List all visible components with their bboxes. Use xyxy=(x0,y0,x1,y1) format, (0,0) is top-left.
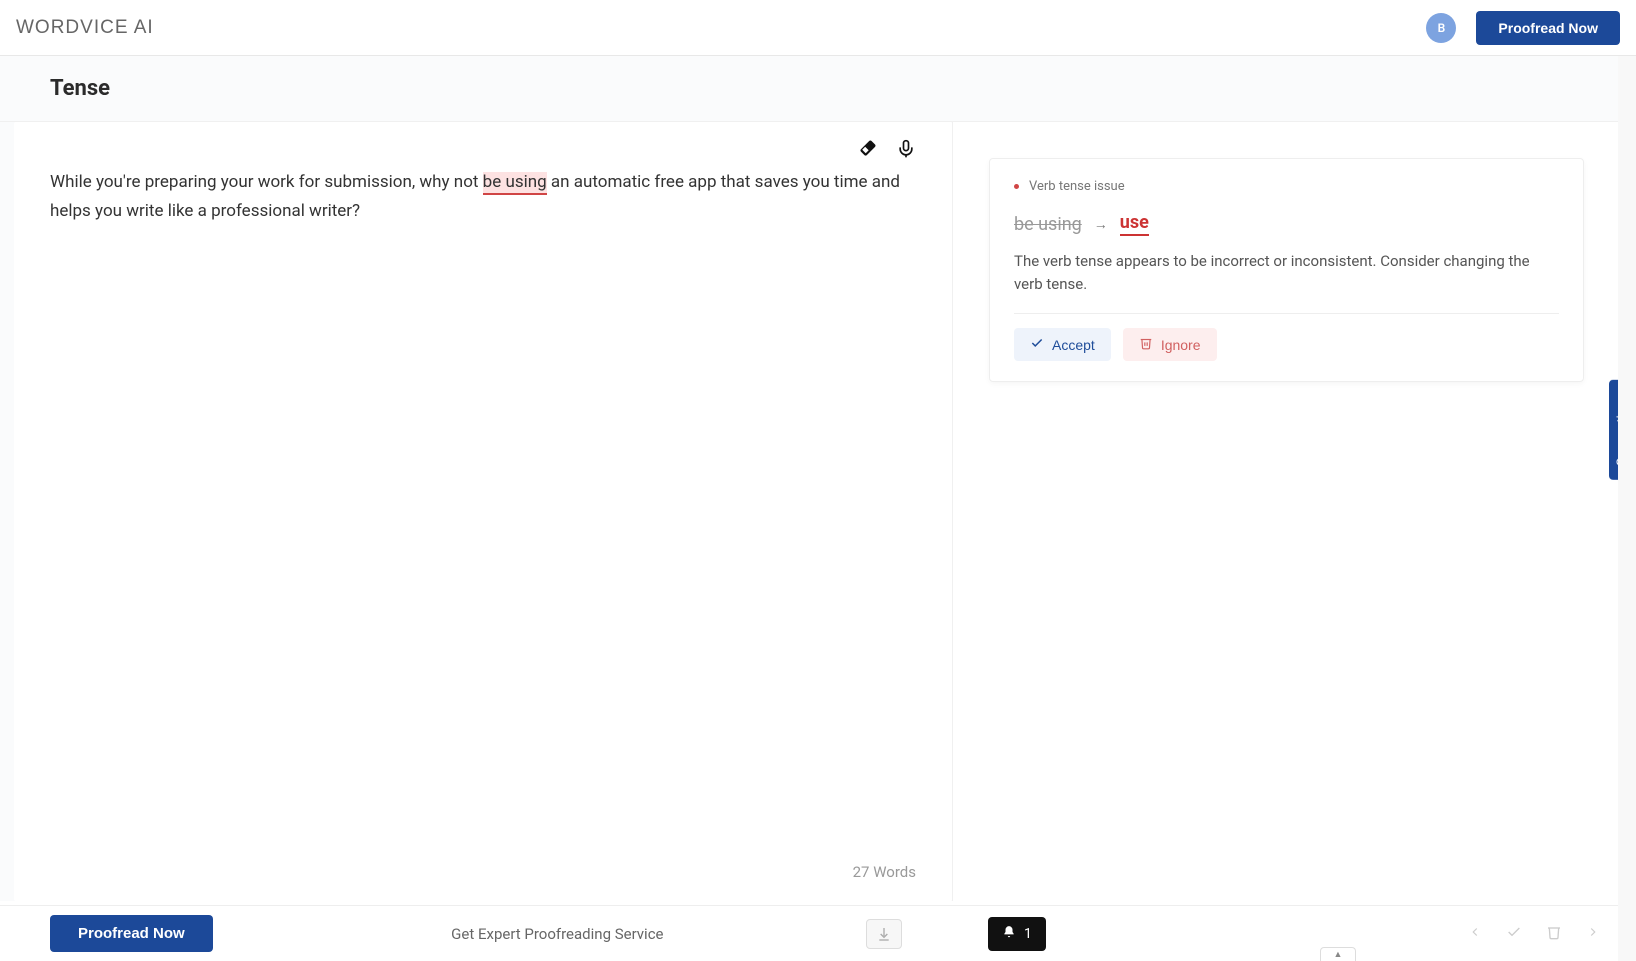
error-highlight[interactable]: be using xyxy=(483,172,547,195)
suggestion-actions: Accept Ignore xyxy=(1014,328,1559,361)
check-icon xyxy=(1030,336,1044,353)
bell-icon xyxy=(1002,925,1016,943)
collapse-tab[interactable]: ▲ xyxy=(1320,947,1356,961)
trash-icon xyxy=(1139,336,1153,353)
proofread-now-button-bottom[interactable]: Proofread Now xyxy=(50,915,213,952)
logo[interactable]: WORDVICE AI xyxy=(16,17,154,39)
check-icon[interactable] xyxy=(1506,924,1522,944)
nav-controls xyxy=(1468,924,1600,944)
trash-icon[interactable] xyxy=(1546,924,1562,944)
word-count: 27 Words xyxy=(853,863,916,881)
proofread-now-button[interactable]: Proofread Now xyxy=(1476,11,1620,45)
chevron-right-icon[interactable] xyxy=(1586,924,1600,943)
header-right: B Proofread Now xyxy=(1426,11,1620,45)
text-before: While you're preparing your work for sub… xyxy=(50,172,483,192)
issue-type-row: Verb tense issue xyxy=(1014,179,1559,194)
chevron-up-icon: ▲ xyxy=(1334,949,1343,960)
replacement-text: use xyxy=(1120,212,1149,236)
download-button[interactable] xyxy=(866,919,902,949)
accept-label: Accept xyxy=(1052,337,1095,353)
suggestion-change: be using → use xyxy=(1014,212,1559,236)
avatar[interactable]: B xyxy=(1426,13,1456,43)
issue-type-label: Verb tense issue xyxy=(1029,179,1125,194)
accept-button[interactable]: Accept xyxy=(1014,328,1111,361)
eraser-icon[interactable] xyxy=(858,138,878,164)
page-title: Tense xyxy=(50,76,1586,101)
main-content: While you're preparing your work for sub… xyxy=(0,122,1636,901)
ignore-label: Ignore xyxy=(1161,337,1201,353)
suggestion-card: Verb tense issue be using → use The verb… xyxy=(989,158,1584,382)
divider xyxy=(1014,313,1559,314)
page-title-bar: Tense xyxy=(0,56,1636,122)
editor-panel: While you're preparing your work for sub… xyxy=(14,122,952,901)
bottom-bar: Proofread Now Get Expert Proofreading Se… xyxy=(0,905,1636,961)
expert-proofreading-link[interactable]: Get Expert Proofreading Service xyxy=(451,925,663,943)
editor-text-area[interactable]: While you're preparing your work for sub… xyxy=(14,122,952,262)
arrow-right-icon: → xyxy=(1094,216,1108,233)
ignore-button[interactable]: Ignore xyxy=(1123,328,1217,361)
editor-toolbar xyxy=(858,138,916,164)
scrollbar[interactable] xyxy=(1618,56,1636,961)
suggestion-explanation: The verb tense appears to be incorrect o… xyxy=(1014,250,1559,295)
notification-badge[interactable]: 1 xyxy=(988,917,1046,951)
original-text: be using xyxy=(1014,214,1082,235)
app-header: WORDVICE AI B Proofread Now xyxy=(0,0,1636,56)
suggestions-panel: Verb tense issue be using → use The verb… xyxy=(952,122,1620,901)
chevron-left-icon[interactable] xyxy=(1468,924,1482,943)
issue-dot-icon xyxy=(1014,184,1019,189)
microphone-icon[interactable] xyxy=(896,138,916,164)
bottom-left: Proofread Now Get Expert Proofreading Se… xyxy=(0,906,952,961)
bottom-right: 1 xyxy=(952,906,1636,961)
notification-count: 1 xyxy=(1024,926,1032,942)
